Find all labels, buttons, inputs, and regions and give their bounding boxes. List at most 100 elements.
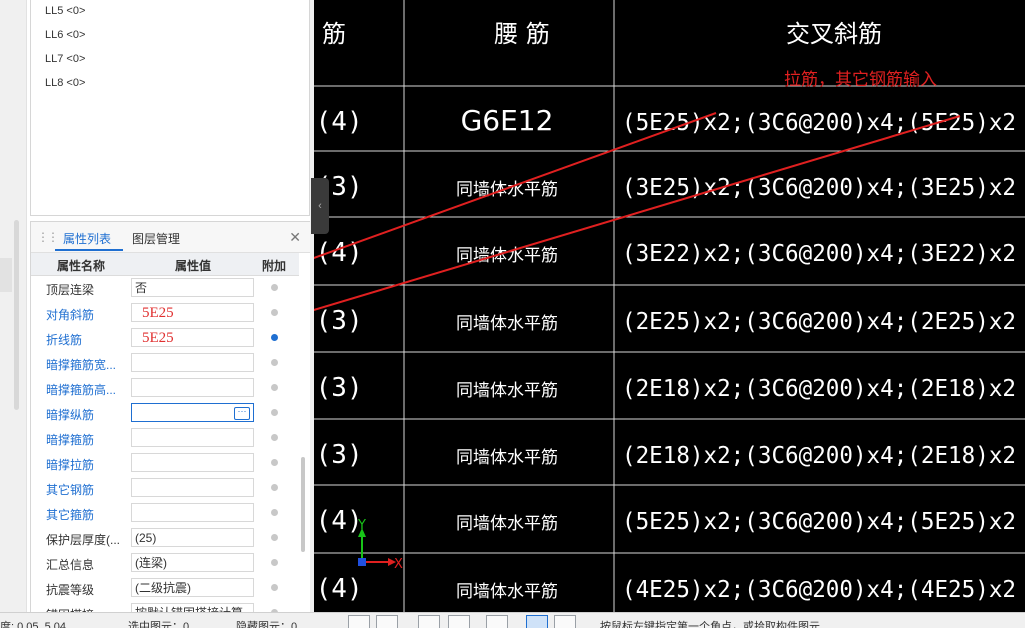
attached-radio[interactable] [271, 384, 278, 391]
property-value-field[interactable]: 5E25 [131, 303, 254, 322]
property-row[interactable]: 保护层厚度(... (25) [31, 526, 299, 551]
tab-layer-management[interactable]: 图层管理 [132, 230, 180, 247]
ucs-axis-icon: Y X [357, 518, 403, 572]
property-value-field[interactable] [131, 478, 254, 497]
property-row[interactable]: 抗震等级 (二级抗震) [31, 576, 299, 601]
ellipsis-icon[interactable]: ··· [234, 407, 250, 420]
drag-grip-icon[interactable]: ⋮⋮ [37, 230, 59, 244]
property-scrollbar[interactable] [301, 457, 305, 552]
collapse-panel-button[interactable]: ‹ [311, 178, 329, 234]
property-row[interactable]: 暗撑纵筋 ··· [31, 401, 299, 426]
property-value-field[interactable]: 否 [131, 278, 254, 297]
cad-cell-waist-bar: 同墙体水平筋 [456, 381, 558, 401]
cad-cell-cross-diagonal: (2E18)x2;(3C6@200)x4;(2E18)x2 [622, 376, 1016, 402]
property-value-text: (二级抗震) [135, 581, 191, 595]
property-name: 其它箍筋 [46, 508, 95, 522]
attached-radio[interactable] [271, 334, 278, 341]
property-row[interactable]: 对角斜筋 5E25 [31, 301, 299, 326]
snap-angle-button[interactable] [448, 615, 470, 628]
attached-radio[interactable] [271, 434, 278, 441]
property-row[interactable]: 暗撑箍筋宽... [31, 351, 299, 376]
header-property-name: 属性名称 [57, 259, 106, 273]
property-name: 暗撑纵筋 [46, 408, 95, 422]
cad-cell-waist-bar: 同墙体水平筋 [456, 514, 558, 534]
cad-header-waist-bar: 腰 筋 [494, 20, 550, 48]
left-dock-highlight [0, 258, 12, 292]
header-attached: 附加 [262, 259, 287, 273]
active-tab-indicator [55, 249, 123, 251]
property-name: 抗震等级 [46, 583, 95, 597]
property-value-text: (连梁) [135, 556, 167, 570]
cad-cell-waist-bar: 同墙体水平筋 [456, 448, 558, 468]
attached-radio[interactable] [271, 559, 278, 566]
property-value-field[interactable] [131, 378, 254, 397]
cad-cell-cross-diagonal: (3E25)x2;(3C6@200)x4;(3E25)x2 [622, 175, 1016, 201]
property-name: 暗撑箍筋 [46, 433, 95, 447]
property-row[interactable]: 折线筋 5E25 [31, 326, 299, 351]
snap-ortho-button[interactable] [526, 615, 548, 628]
property-value-field[interactable]: ··· [131, 403, 254, 422]
cad-annotation: 拉筋，其它钢筋输入 [784, 70, 937, 90]
property-name: 暗撑箍筋高... [46, 383, 117, 397]
tree-item-ll5[interactable]: LL5 <0> [45, 5, 85, 17]
cad-cell-waist-bar: 同墙体水平筋 [456, 180, 558, 200]
cad-cell-waist-bar: G6E12 [461, 104, 554, 137]
property-row[interactable]: 暗撑箍筋 [31, 426, 299, 451]
cad-cell-waist-bar: 同墙体水平筋 [456, 314, 558, 334]
cad-cell-stirrup: 0(4) [314, 107, 363, 137]
cad-cell-stirrup: 0(3) [314, 306, 363, 336]
cad-header-stirrup: 筋 [322, 20, 346, 48]
property-value-field[interactable]: (连梁) [131, 553, 254, 572]
tree-item-ll7[interactable]: LL7 <0> [45, 53, 85, 65]
tree-item-ll8[interactable]: LL8 <0> [45, 77, 85, 89]
attached-radio[interactable] [271, 534, 278, 541]
property-name: 暗撑拉筋 [46, 458, 95, 472]
snap-plus-button[interactable] [486, 615, 508, 628]
attached-radio[interactable] [271, 359, 278, 366]
property-value-field[interactable] [131, 453, 254, 472]
property-value-field[interactable] [131, 353, 254, 372]
left-dock-scrollbar[interactable] [14, 220, 19, 410]
cad-cell-cross-diagonal: (5E25)x2;(3C6@200)x4;(5E25)x2 [622, 110, 1016, 136]
attached-radio[interactable] [271, 459, 278, 466]
snap-cross-button[interactable] [418, 615, 440, 628]
property-row[interactable]: 其它箍筋 [31, 501, 299, 526]
property-value-text: (25) [135, 531, 157, 545]
tab-property-list[interactable]: 属性列表 [63, 230, 111, 247]
cad-cell-stirrup: 0(3) [314, 373, 363, 403]
property-name: 其它钢筋 [46, 483, 95, 497]
snap-grid-button[interactable] [348, 615, 370, 628]
attached-radio[interactable] [271, 409, 278, 416]
property-value-field[interactable] [131, 503, 254, 522]
attached-radio[interactable] [271, 284, 278, 291]
tree-item-ll6[interactable]: LL6 <0> [45, 29, 85, 41]
attached-radio[interactable] [271, 509, 278, 516]
property-value-text: 5E25 [142, 330, 174, 346]
property-value-field[interactable]: (二级抗震) [131, 578, 254, 597]
property-value-field[interactable] [131, 428, 254, 447]
property-value-field[interactable]: (25) [131, 528, 254, 547]
attached-radio[interactable] [271, 484, 278, 491]
property-value-text: 5E25 [142, 305, 174, 321]
axis-y-label: Y [357, 518, 366, 533]
close-icon[interactable]: ✕ [289, 229, 301, 246]
property-row[interactable]: 其它钢筋 [31, 476, 299, 501]
property-row[interactable]: 顶层连梁 否 [31, 276, 299, 301]
property-row[interactable]: 汇总信息 (连梁) [31, 551, 299, 576]
property-value-field[interactable]: 5E25 [131, 328, 254, 347]
attached-radio[interactable] [271, 584, 278, 591]
attached-radio[interactable] [271, 309, 278, 316]
snap-arc-button[interactable] [554, 615, 576, 628]
cad-drawing-view[interactable]: 筋 腰 筋 交叉斜筋 拉筋，其它钢筋输入 0(4) G6E12 (5E25)x2;(… [314, 0, 1025, 612]
snap-rect-button[interactable] [376, 615, 398, 628]
property-row[interactable]: 暗撑箍筋高... [31, 376, 299, 401]
property-name: 对角斜筋 [46, 308, 95, 322]
property-name: 汇总信息 [46, 558, 95, 572]
component-tree: LL5 <0> LL6 <0> LL7 <0> LL8 <0> [30, 0, 310, 216]
property-name: 保护层厚度(... [46, 533, 120, 547]
cad-cell-cross-diagonal: (4E25)x2;(3C6@200)x4;(4E25)x2 [622, 577, 1016, 603]
property-row[interactable]: 暗撑拉筋 [31, 451, 299, 476]
cad-canvas[interactable]: 筋 腰 筋 交叉斜筋 拉筋，其它钢筋输入 0(4) G6E12 (5E25)x2;(… [314, 0, 1025, 612]
cad-cell-stirrup: 0(3) [314, 440, 363, 470]
property-table-header: 属性名称 属性值 附加 [31, 253, 299, 276]
